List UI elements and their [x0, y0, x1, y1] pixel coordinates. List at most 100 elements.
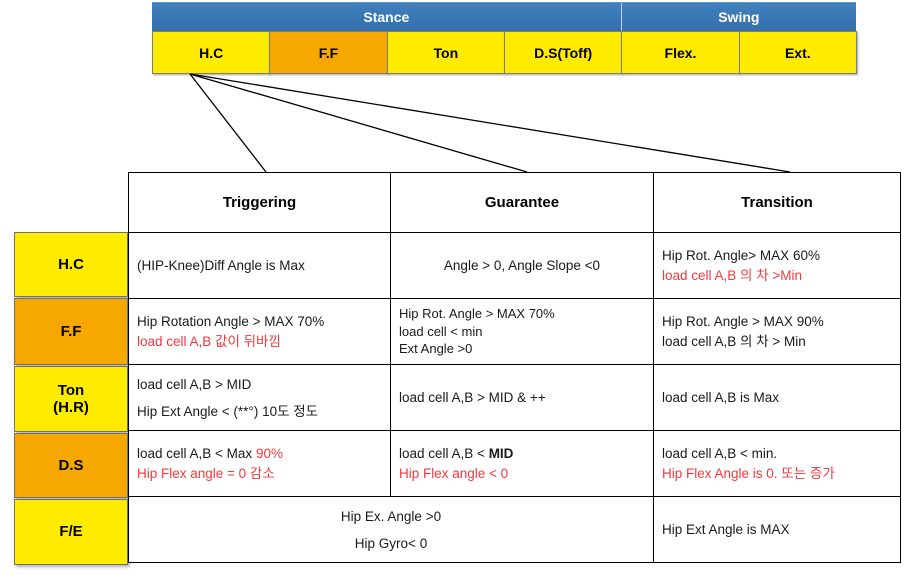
phase-group-swing: Swing [620, 3, 856, 31]
condition-line: Hip Ext Angle < (**°) 10도 정도 [137, 398, 382, 425]
condition-text: Hip Rot. Angle > MAX 70% [399, 306, 555, 322]
condition-line: Hip Rotation Angle > MAX 70% [137, 312, 382, 332]
condition-text: (HIP-Knee)Diff Angle is Max [137, 257, 305, 273]
condition-text: load cell A,B > MID [137, 376, 252, 392]
column-header-transition: Transition [653, 172, 901, 233]
row-label-f-f[interactable]: F.F [14, 298, 128, 365]
cell-ff-guarantee: Hip Rot. Angle > MAX 70% load cell < min E… [390, 298, 654, 365]
row-label-d-s[interactable]: D.S [14, 433, 128, 498]
matrix-body: (HIP-Knee)Diff Angle is Max Angle > 0, An… [128, 232, 901, 563]
matrix-header: Triggering Guarantee Transition [128, 172, 901, 233]
phase-cell-ext[interactable]: Ext. [738, 31, 857, 74]
phase-cell-row: H.C F.F Ton D.S(Toff) Flex. Ext. [152, 31, 857, 74]
condition-text: Ext Angle >0 [399, 341, 473, 357]
condition-line: load cell A,B < MID [399, 444, 645, 464]
condition-text: load cell A,B < min. [662, 445, 778, 461]
condition-text: Hip Rot. Angle> MAX 60% [662, 247, 820, 263]
cell-ds-transition: load cell A,B < min. Hip Flex Angle is 0.… [653, 430, 901, 497]
condition-line: load cell A,B > MID [137, 371, 382, 398]
cell-ff-triggering: Hip Rotation Angle > MAX 70% load cell A,… [128, 298, 391, 365]
phase-group-row: Stance Swing [152, 2, 856, 31]
condition-text: Hip Gyro< 0 [354, 535, 428, 551]
cell-fe-merged: Hip Ex. Angle >0 Hip Gyro< 0 [128, 496, 654, 563]
condition-line: Hip Flex angle = 0 감소 [137, 464, 382, 484]
condition-text: load cell A,B < Max [137, 445, 256, 461]
condition-emphasis: MID [488, 445, 514, 461]
condition-line: Hip Rot. Angle > MAX 90% [662, 312, 892, 332]
phase-cell-d-s-toff[interactable]: D.S(Toff) [503, 31, 623, 74]
condition-line: Ext Angle >0 [399, 340, 645, 358]
cell-ff-transition: Hip Rot. Angle > MAX 90% load cell A,B 의 … [653, 298, 901, 365]
condition-text: load cell A,B > MID & ++ [399, 389, 546, 405]
condition-text: Hip Flex Angle is 0. 또는 증가 [662, 465, 835, 481]
connector-line-2 [189, 73, 528, 173]
condition-text: load cell < min [399, 323, 483, 339]
phase-group-stance: Stance [152, 3, 621, 31]
cell-ton-triggering: load cell A,B > MID Hip Ext Angle < (**°)… [128, 364, 391, 431]
condition-line: load cell A,B 의 차 > Min [662, 332, 892, 352]
cell-hc-transition: Hip Rot. Angle> MAX 60% load cell A,B 의 차… [653, 232, 901, 299]
row-label-line: F.F [60, 322, 82, 340]
condition-text: Hip Flex angle = 0 감소 [137, 465, 275, 481]
condition-text: Hip Ex. Angle >0 [340, 508, 442, 524]
connector-line-1 [189, 73, 267, 173]
matrix-row-ton: load cell A,B > MID Hip Ext Angle < (**°)… [128, 364, 901, 431]
condition-text: load cell A,B 의 차 > Min [662, 333, 806, 349]
condition-line: Hip Flex angle < 0 [399, 464, 645, 484]
condition-line: Hip Rot. Angle> MAX 60% [662, 246, 892, 266]
connector-line-3 [189, 73, 791, 173]
condition-line: Hip Gyro< 0 [137, 530, 645, 557]
matrix-row-fe: Hip Ex. Angle >0 Hip Gyro< 0 Hip Ext Angle… [128, 496, 901, 563]
matrix-header-row: Triggering Guarantee Transition [128, 172, 901, 233]
row-label-line: H.C [58, 255, 84, 273]
cell-ds-guarantee: load cell A,B < MID Hip Flex angle < 0 [390, 430, 654, 497]
condition-line: load cell A,B > MID & ++ [399, 388, 645, 408]
cell-hc-triggering: (HIP-Knee)Diff Angle is Max [128, 232, 391, 299]
condition-line: Hip Ex. Angle >0 [137, 503, 645, 530]
condition-line: Hip Ext Angle is MAX [662, 520, 892, 540]
phase-row-label-column: H.C F.F Ton (H.R) D.S F/E [14, 232, 130, 566]
condition-text: Hip Ext Angle < (**°) 10도 정도 [137, 403, 319, 419]
row-label-line: D.S [58, 456, 84, 474]
condition-text: load cell A,B 의 차 >Min [662, 267, 803, 283]
matrix-row-hc: (HIP-Knee)Diff Angle is Max Angle > 0, An… [128, 232, 901, 299]
condition-line: Hip Rot. Angle > MAX 70% [399, 305, 645, 323]
condition-line: load cell A,B is Max [662, 388, 892, 408]
column-header-guarantee: Guarantee [390, 172, 654, 233]
condition-text: load cell A,B is Max [662, 389, 780, 405]
condition-line: Hip Flex Angle is 0. 또는 증가 [662, 464, 892, 484]
condition-text: load cell A,B 값이 뒤바낌 [137, 333, 281, 349]
row-label-h-c[interactable]: H.C [14, 232, 128, 297]
row-label-line: (H.R) [53, 399, 89, 416]
condition-text: Hip Rotation Angle > MAX 70% [137, 313, 325, 329]
phase-cell-ton[interactable]: Ton [386, 31, 505, 74]
condition-line: Angle > 0, Angle Slope <0 [399, 256, 645, 276]
condition-text: Hip Ext Angle is MAX [662, 521, 790, 537]
slide-root: Stance Swing H.C F.F Ton D.S(Toff) Flex. Ext. … [0, 0, 905, 580]
column-header-triggering: Triggering [128, 172, 391, 233]
cell-hc-guarantee: Angle > 0, Angle Slope <0 [390, 232, 654, 299]
matrix-row-ds: load cell A,B < Max 90% Hip Flex angle = … [128, 430, 901, 497]
condition-text: Hip Rot. Angle > MAX 90% [662, 313, 824, 329]
cell-ton-transition: load cell A,B is Max [653, 364, 901, 431]
matrix-row-ff: Hip Rotation Angle > MAX 70% load cell A,… [128, 298, 901, 365]
row-label-line: F/E [59, 523, 83, 541]
phase-cell-flex[interactable]: Flex. [621, 31, 740, 74]
cell-ds-triggering: load cell A,B < Max 90% Hip Flex angle = … [128, 430, 391, 497]
phase-cell-f-f[interactable]: F.F [269, 31, 388, 74]
row-label-line: Ton [57, 381, 85, 399]
row-label-f-e[interactable]: F/E [14, 499, 128, 565]
phase-cell-h-c[interactable]: H.C [152, 31, 271, 74]
condition-matrix-table: Triggering Guarantee Transition (HIP-Knee)… [128, 172, 901, 563]
condition-line: load cell A,B 값이 뒤바낌 [137, 332, 382, 352]
row-label-ton[interactable]: Ton (H.R) [14, 366, 128, 432]
cell-fe-transition: Hip Ext Angle is MAX [653, 496, 901, 563]
condition-line: load cell A,B < Max 90% [137, 444, 382, 464]
condition-text: Hip Flex angle < 0 [399, 465, 509, 481]
condition-text: Angle > 0, Angle Slope <0 [443, 257, 601, 273]
condition-line: load cell A,B < min. [662, 444, 892, 464]
condition-emphasis: 90% [255, 445, 283, 461]
condition-text: load cell A,B < [399, 445, 489, 461]
condition-line: load cell A,B 의 차 >Min [662, 266, 892, 286]
cell-ton-guarantee: load cell A,B > MID & ++ [390, 364, 654, 431]
